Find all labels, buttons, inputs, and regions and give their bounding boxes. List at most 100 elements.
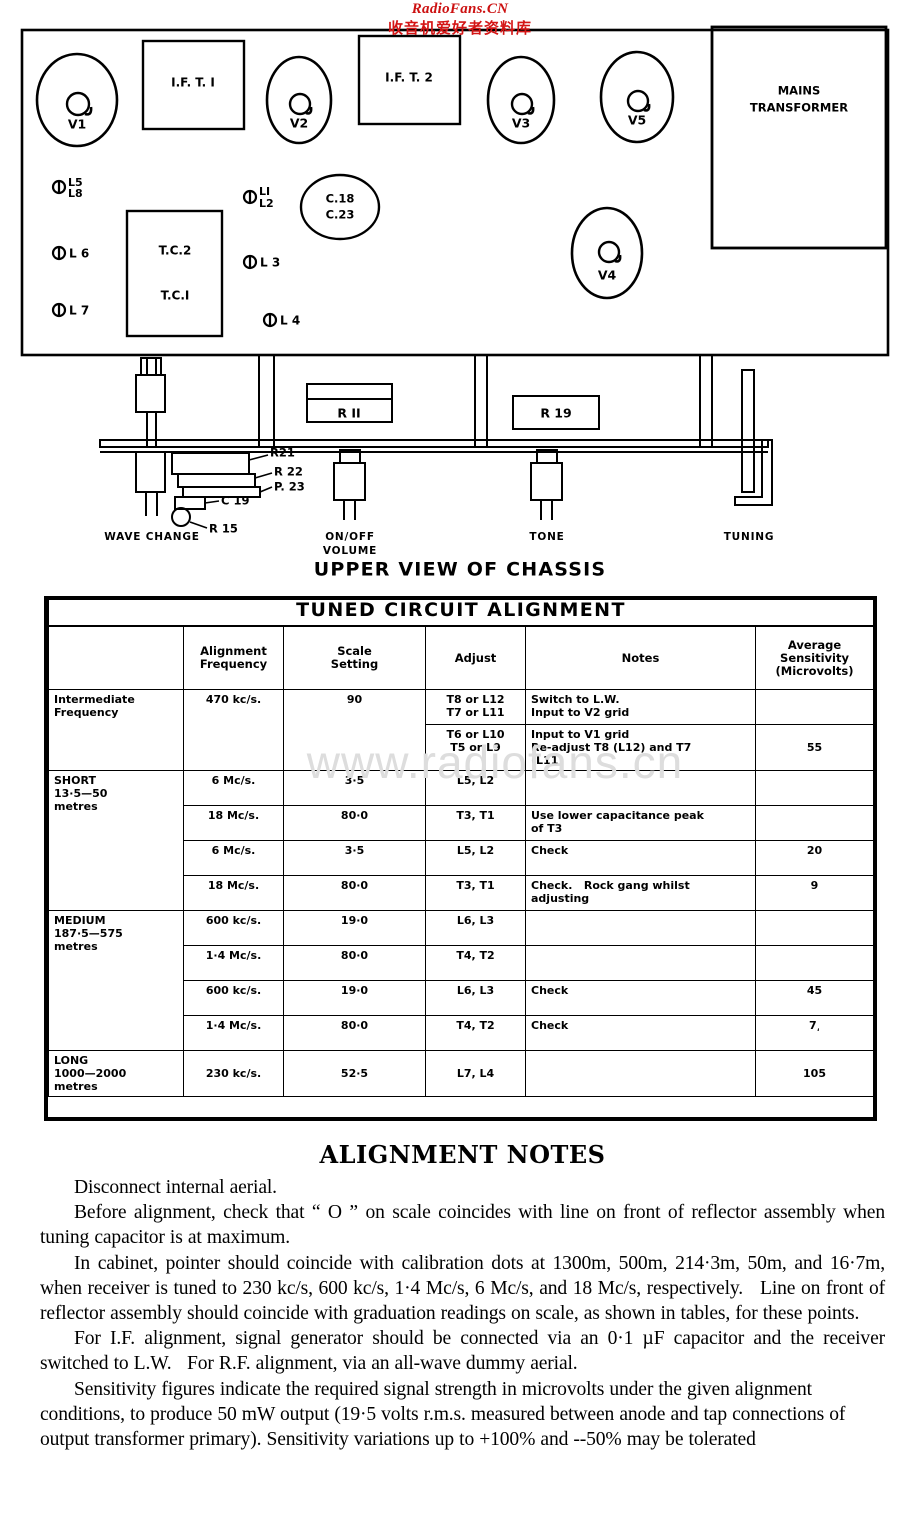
cell-sensitivity: 9	[755, 875, 874, 911]
cell-sensitivity	[755, 689, 874, 725]
band-short-line1: SHORT	[54, 774, 96, 787]
notes-line1: Input to V1 grid	[531, 728, 630, 741]
cell-scale: 80·0	[283, 945, 426, 981]
header-sens-line3: (Microvolts)	[775, 663, 854, 678]
cell-adjust: L5, L2	[425, 840, 526, 876]
control-volume-label: VOLUME	[323, 545, 377, 557]
band-long-line1: LONG	[54, 1054, 89, 1067]
coil-marker-l5-l8: L5 L8	[51, 176, 83, 200]
header-scale-line2: Setting	[330, 657, 379, 671]
notes-line2: Re-adjust T8 (L12) and T7	[531, 741, 692, 754]
header-scale-line1: Scale	[337, 644, 372, 658]
component-r15-body	[171, 507, 191, 527]
header-sens-line1: Average	[787, 637, 842, 652]
band-short: SHORT 13·5—50 metres	[48, 770, 184, 911]
alignment-table-container: TUNED CIRCUIT ALIGNMENT Alignment Freque…	[48, 596, 874, 1097]
valve-v1-label: V1	[68, 117, 86, 132]
cell-sensitivity: 20	[755, 840, 874, 876]
box-ift2-label: I.F. T. 2	[385, 71, 433, 85]
cell-scale: 3·5	[283, 770, 426, 806]
cell-notes: Input to V1 grid Re-adjust T8 (L12) and …	[525, 724, 756, 771]
cell-notes	[525, 770, 756, 806]
cell-frequency: 6 Mc/s.	[183, 840, 284, 876]
cell-sensitivity: 7͵	[755, 1015, 874, 1051]
header-notes: Notes	[525, 625, 756, 690]
table-row: LONG 1000—2000 metres 230 kc/s. 52·5 L7,…	[48, 1050, 874, 1097]
cell-sensitivity	[755, 805, 874, 841]
cell-notes: Switch to L.W. Input to V2 grid	[525, 689, 756, 725]
notes-line2: of T3	[531, 822, 563, 835]
band-if-line1: Intermediate	[54, 693, 135, 706]
box-tc2-label: T.C.2	[159, 244, 192, 258]
band-medium: MEDIUM 187·5—575 metres	[48, 910, 184, 1051]
table-title-row: TUNED CIRCUIT ALIGNMENT	[48, 596, 874, 627]
cell-sensitivity	[755, 910, 874, 946]
alignment-note-paragraph: Sensitivity figures indicate the require…	[40, 1378, 846, 1451]
notes-line1: Check. Rock gang whilst	[531, 879, 690, 892]
notes-line1: Use lower capacitance peak	[531, 809, 704, 822]
valve-v3-label: V3	[512, 116, 530, 131]
coil-l7-label: L 7	[69, 304, 89, 318]
box-tuning-condenser: T.C.2 T.C.I	[125, 209, 224, 338]
cell-notes	[525, 945, 756, 981]
cell-notes: Use lower capacitance peak of T3	[525, 805, 756, 841]
valve-v2: V2	[265, 55, 333, 145]
cell-sensitivity	[755, 770, 874, 806]
coil-marker-l4: L 4	[262, 312, 300, 328]
cell-sensitivity: 45	[755, 980, 874, 1016]
cell-notes	[525, 1050, 756, 1097]
box-ift2: I.F. T. 2	[357, 34, 462, 126]
waveband-switch-body	[135, 374, 166, 413]
cell-frequency: 18 Mc/s.	[183, 875, 284, 911]
box-ift1-label: I.F. T. I	[171, 76, 215, 90]
band-long-line2: 1000—2000	[54, 1067, 127, 1080]
notes-line1: Switch to L.W.	[531, 693, 620, 706]
header-band	[48, 625, 184, 690]
notes-line2: Input to V2 grid	[531, 706, 630, 719]
cell-frequency: 18 Mc/s.	[183, 805, 284, 841]
alignment-notes-body: Disconnect internal aerial. Before align…	[40, 1175, 885, 1452]
component-c19-label: C 19	[221, 494, 249, 508]
cell-adjust: T4, T2	[425, 945, 526, 981]
cell-frequency: 1·4 Mc/s.	[183, 945, 284, 981]
band-if-line2: Frequency	[54, 706, 119, 719]
cell-scale: 19·0	[283, 980, 426, 1016]
alignment-note-paragraph: Before alignment, check that “ O ” on sc…	[40, 1202, 885, 1249]
band-long-line3: metres	[54, 1080, 98, 1093]
header-alignment-frequency-line2: Frequency	[199, 657, 268, 671]
valve-v1: V1	[35, 52, 119, 148]
component-r22-body	[177, 473, 256, 488]
cell-sensitivity: 105	[755, 1050, 874, 1097]
tone-pot-body	[530, 462, 563, 501]
cell-scale: 80·0	[283, 875, 426, 911]
chassis-outline	[20, 28, 890, 357]
cell-adjust: L5, L2	[425, 770, 526, 806]
box-mains-transformer: MAINS TRANSFORMER	[710, 25, 888, 250]
table-border-bottom	[44, 1117, 877, 1121]
coil-l6-label: L 6	[69, 247, 89, 261]
waveband-shaft-top	[140, 357, 162, 376]
valve-v3: V3	[486, 55, 556, 145]
coil-marker-l7: L 7	[51, 302, 89, 318]
coil-marker-l3: L 3	[242, 254, 280, 270]
coil-marker-l6: L 6	[51, 245, 89, 261]
coil-l8-label: L8	[68, 187, 83, 200]
capacitor-c18-c23: C.18 C.23	[299, 173, 381, 241]
cell-notes: Check	[525, 840, 756, 876]
header-average-sensitivity: Average Sensitivity (Microvolts)	[755, 625, 874, 690]
cell-frequency: 600 kc/s.	[183, 980, 284, 1016]
adjust-line1: T6 or L10	[446, 728, 505, 741]
cell-sensitivity: 55	[755, 724, 874, 771]
capacitor-label-line2: C.23	[326, 208, 355, 222]
component-r19-label: R 19	[540, 406, 571, 421]
cell-notes: Check. Rock gang whilst adjusting	[525, 875, 756, 911]
alignment-note-paragraph: In cabinet, pointer should coincide with…	[40, 1252, 885, 1325]
component-r21-body	[171, 452, 250, 475]
control-tuning-label: TUNING	[724, 531, 775, 543]
valve-v5-label: V5	[628, 113, 646, 128]
coil-l2-label: L2	[259, 197, 274, 210]
component-r21-label: R21	[270, 446, 295, 460]
volume-pot-body	[333, 462, 366, 501]
cell-adjust: L6, L3	[425, 980, 526, 1016]
table-border-right	[873, 596, 877, 1121]
